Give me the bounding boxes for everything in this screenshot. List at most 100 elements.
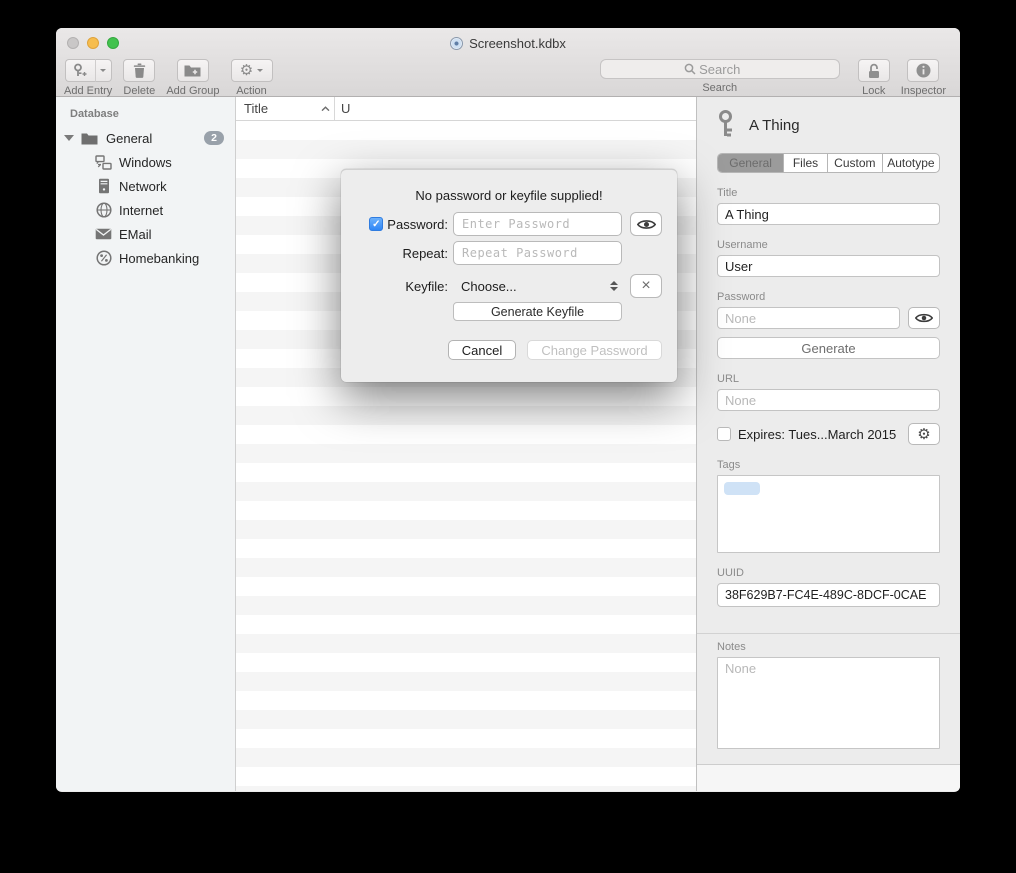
sidebar-item-internet[interactable]: Internet: [56, 198, 235, 222]
sidebar-item-homebanking[interactable]: Homebanking: [56, 246, 235, 270]
clear-keyfile-button[interactable]: ×: [630, 274, 662, 298]
username-field[interactable]: [717, 255, 940, 277]
toolbar-search: Search: [600, 59, 840, 94]
document-proxy-icon: [450, 37, 463, 50]
add-entry-button[interactable]: [65, 59, 95, 82]
tab-general[interactable]: General: [718, 154, 784, 172]
tags-label: Tags: [717, 459, 940, 471]
tags-field[interactable]: [717, 475, 940, 553]
globe-icon: [95, 202, 112, 219]
toolbar-add-entry: Add Entry: [64, 59, 112, 97]
add-group-button[interactable]: [177, 59, 209, 82]
sidebar-item-windows[interactable]: Windows: [56, 150, 235, 174]
title-field[interactable]: [717, 203, 940, 225]
tab-autotype[interactable]: Autotype: [883, 154, 939, 172]
toolbar-delete: Delete: [123, 59, 155, 97]
expires-settings-button[interactable]: ⚙: [908, 423, 940, 445]
tab-custom[interactable]: Custom: [828, 154, 883, 172]
reveal-password-button[interactable]: [630, 212, 662, 236]
url-label: URL: [717, 373, 940, 385]
dialog-message: No password or keyfile supplied!: [341, 169, 677, 203]
notes-field[interactable]: [717, 657, 940, 749]
dialog-password-label: Password:: [387, 217, 448, 232]
tab-files[interactable]: Files: [784, 154, 828, 172]
delete-button[interactable]: [123, 59, 155, 82]
notes-label: Notes: [717, 641, 940, 653]
dialog-repeat-label: Repeat:: [402, 246, 448, 261]
change-password-button[interactable]: Change Password: [527, 340, 662, 360]
key-plus-icon: [72, 63, 88, 78]
window-title: Screenshot.kdbx: [469, 36, 566, 51]
sidebar-item-label: EMail: [119, 227, 152, 242]
app-window: Screenshot.kdbx Add E: [56, 28, 960, 792]
disclosure-triangle-icon[interactable]: [64, 135, 74, 141]
sort-ascending-icon: [321, 106, 330, 112]
expires-label: Expires: Tues...March 2015: [738, 427, 896, 442]
toolbar-add-group: Add Group: [166, 59, 219, 97]
repeat-password-field[interactable]: [453, 241, 622, 265]
sidebar-item-label: Homebanking: [119, 251, 199, 266]
inspector-tabs: General Files Custom Autotype: [717, 153, 940, 173]
url-field[interactable]: [717, 389, 940, 411]
password-checkbox[interactable]: ✓: [369, 217, 383, 231]
action-label: Action: [236, 85, 267, 97]
column-header-title[interactable]: Title: [236, 97, 335, 120]
screenshot-stage: Screenshot.kdbx Add E: [0, 0, 1016, 873]
window-chrome: Screenshot.kdbx Add E: [56, 28, 960, 97]
section-divider: [697, 633, 960, 634]
expires-checkbox[interactable]: [717, 427, 731, 441]
table-header: Title U: [236, 97, 696, 121]
entry-title: A Thing: [749, 117, 800, 134]
delete-label: Delete: [123, 85, 155, 97]
eye-icon: [637, 218, 656, 231]
add-entry-dropdown-button[interactable]: [95, 59, 112, 82]
inspector-footer: [697, 764, 960, 791]
keyfile-popup-value: Choose...: [461, 279, 610, 294]
envelope-icon: [95, 226, 112, 243]
generate-keyfile-button[interactable]: Generate Keyfile: [453, 302, 622, 321]
close-button[interactable]: [67, 37, 79, 49]
lock-label: Lock: [862, 85, 885, 97]
gear-icon: ⚙: [917, 427, 930, 442]
sidebar-item-general[interactable]: General 2: [56, 126, 235, 150]
cancel-button[interactable]: Cancel: [448, 340, 516, 360]
reveal-password-button[interactable]: [908, 307, 940, 329]
sidebar: Database General 2 Windows: [56, 97, 236, 791]
uuid-field[interactable]: [717, 583, 940, 607]
inspector-panel: A Thing General Files Custom Autotype Ti…: [696, 97, 960, 791]
sidebar-item-email[interactable]: EMail: [56, 222, 235, 246]
password-label: Password: [717, 291, 940, 303]
keyfile-popup[interactable]: Choose...: [453, 274, 622, 298]
action-button[interactable]: ⚙: [231, 59, 273, 82]
lock-button[interactable]: [858, 59, 890, 82]
chevron-down-icon: [100, 69, 106, 72]
minimize-button[interactable]: [87, 37, 99, 49]
search-input[interactable]: [600, 59, 840, 79]
zoom-button[interactable]: [107, 37, 119, 49]
trash-icon: [133, 63, 146, 78]
enter-password-field[interactable]: [453, 212, 622, 236]
toolbar-action: ⚙ Action: [231, 59, 273, 97]
column-header-username[interactable]: U: [335, 97, 696, 120]
column-title-label: Title: [244, 101, 268, 116]
percent-icon: [95, 250, 112, 267]
eye-icon: [915, 312, 933, 324]
generate-password-button[interactable]: Generate: [717, 337, 940, 359]
sidebar-header: Database: [70, 108, 235, 120]
toolbar: Add Entry Delete: [56, 58, 960, 96]
uuid-label: UUID: [717, 567, 940, 579]
chevron-down-icon: [257, 69, 263, 72]
inspector-button[interactable]: [907, 59, 939, 82]
gear-icon: ⚙: [240, 63, 253, 78]
close-x-icon: ×: [641, 278, 650, 294]
change-password-dialog: No password or keyfile supplied! ✓ Passw…: [341, 169, 677, 382]
title-label: Title: [717, 187, 940, 199]
info-icon: [916, 63, 931, 78]
password-field[interactable]: [717, 307, 900, 329]
titlebar: Screenshot.kdbx: [56, 28, 960, 58]
sidebar-item-network[interactable]: Network: [56, 174, 235, 198]
column-username-label: U: [341, 101, 350, 116]
lock-open-icon: [867, 63, 881, 79]
folder-plus-icon: [184, 64, 201, 77]
popup-stepper-icon: [610, 281, 618, 291]
